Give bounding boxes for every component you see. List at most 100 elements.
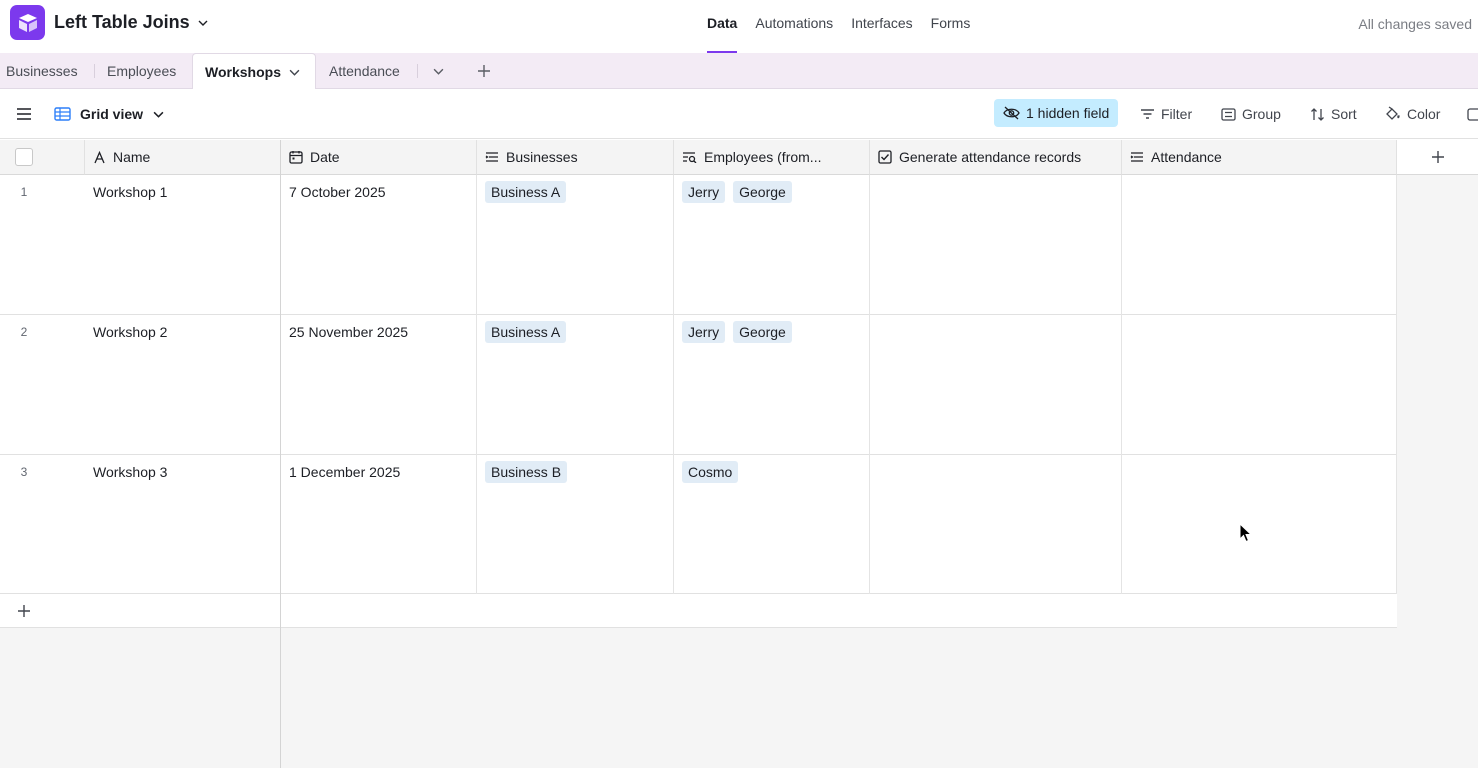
row-number: 3 [20,465,28,479]
top-bar: Left Table Joins Data Automations Interf… [0,0,1478,53]
cell-date[interactable]: 7 October 2025 [281,175,477,315]
select-all-checkbox[interactable] [15,148,33,166]
group-label: Group [1242,106,1281,122]
table-row[interactable]: 3 Workshop 3 1 December 2025 Business B … [0,455,1397,594]
column-label: Generate attendance records [899,149,1082,165]
base-logo-icon[interactable] [10,5,45,40]
tab-workshops-label: Workshops [205,64,281,80]
add-field-button[interactable] [1397,140,1478,175]
row-number: 1 [20,185,28,199]
linked-record-chip[interactable]: Business A [485,321,567,343]
cell-attendance[interactable] [1122,315,1397,455]
color-label: Color [1407,106,1441,122]
tab-workshops[interactable]: Workshops [192,53,316,90]
column-header-businesses[interactable]: Businesses [477,140,674,175]
select-all-header [0,140,85,175]
frozen-column-divider [280,140,281,768]
table-row[interactable]: 1 Workshop 1 7 October 2025 Business A J… [0,175,1397,315]
sort-label: Sort [1331,106,1357,122]
tab-employees[interactable]: Employees [107,53,176,89]
cell-attendance[interactable] [1122,175,1397,315]
nav-forms[interactable]: Forms [931,15,971,53]
eye-off-icon [1003,106,1020,120]
column-header-name[interactable]: Name [85,140,281,175]
cell-businesses[interactable]: Business A [477,315,674,455]
color-button[interactable]: Color [1384,89,1440,139]
nav-data[interactable]: Data [707,15,738,53]
sort-button[interactable]: Sort [1310,89,1357,139]
column-header-date[interactable]: Date [281,140,477,175]
lookup-icon [683,152,697,163]
lookup-chip: Cosmo [682,461,739,483]
table-tab-bar: Businesses Employees Workshops Attendanc… [0,53,1478,90]
cell-generate-attendance[interactable] [870,175,1122,315]
column-header-attendance[interactable]: Attendance [1122,140,1397,175]
column-label: Date [310,149,340,165]
mouse-cursor-icon [1239,523,1253,543]
nav-interfaces[interactable]: Interfaces [851,15,912,53]
cell-businesses[interactable]: Business A [477,175,674,315]
all-tables-chevron-icon[interactable] [433,53,444,89]
sort-icon [1311,107,1324,121]
filter-button[interactable]: Filter [1140,89,1192,139]
view-toolbar: Grid view 1 hidden field Filter Group So… [0,89,1478,139]
filter-icon [1141,109,1154,119]
plus-icon [18,605,30,617]
link-icon [485,152,498,162]
grid-empty-bottom [0,628,1478,768]
column-label: Name [113,149,151,165]
add-table-plus-icon[interactable] [477,53,491,89]
hidden-fields-label: 1 hidden field [1026,105,1110,121]
checkbox-icon [878,150,892,164]
cell-generate-attendance[interactable] [870,315,1122,455]
grid-icon [54,107,71,121]
linked-record-chip[interactable]: Business B [485,461,568,483]
group-icon [1221,107,1236,121]
views-menu-icon[interactable] [16,89,32,139]
column-label: Attendance [1151,149,1222,165]
cell-employees[interactable]: Jerry George [674,315,870,455]
group-button[interactable]: Group [1221,89,1281,139]
cell-employees[interactable]: Cosmo [674,455,870,594]
lookup-chip: George [733,181,792,203]
link-icon [1130,152,1143,162]
nav-automations[interactable]: Automations [755,15,833,53]
top-navigation: Data Automations Interfaces Forms [707,15,988,53]
cell-businesses[interactable]: Business B [477,455,674,594]
base-title-button[interactable]: Left Table Joins [54,12,208,33]
cell-date[interactable]: 25 November 2025 [281,315,477,455]
column-header-employees[interactable]: Employees (from... [674,140,870,175]
add-record-row[interactable] [0,594,1397,628]
cell-generate-attendance[interactable] [870,455,1122,594]
base-title: Left Table Joins [54,12,190,32]
chevron-down-icon[interactable] [289,67,300,78]
table-row[interactable]: 2 Workshop 2 25 November 2025 Business A… [0,315,1397,455]
cell-employees[interactable]: Jerry George [674,175,870,315]
save-status: All changes saved [1358,16,1472,32]
cell-attendance[interactable] [1122,455,1397,594]
lookup-chip: George [733,321,792,343]
cell-name[interactable]: Workshop 2 [85,315,281,455]
lookup-chip: Jerry [682,181,726,203]
text-icon [94,150,105,163]
plus-icon [1431,151,1444,163]
cell-name[interactable]: Workshop 1 [85,175,281,315]
row-height-icon[interactable] [1467,89,1478,139]
column-header-generate-attendance[interactable]: Generate attendance records [870,140,1122,175]
linked-record-chip[interactable]: Business A [485,181,567,203]
tab-businesses[interactable]: Businesses [6,53,78,89]
tab-attendance[interactable]: Attendance [329,53,400,89]
view-switcher-button[interactable]: Grid view [54,89,164,139]
view-name: Grid view [80,106,144,122]
column-label: Businesses [506,149,578,165]
chevron-down-icon [198,20,208,26]
tab-divider [417,64,418,78]
calendar-icon [289,151,303,164]
paint-bucket-icon [1386,106,1400,120]
tab-divider [94,64,95,78]
hidden-fields-button[interactable]: 1 hidden field [994,99,1119,127]
cell-name[interactable]: Workshop 3 [85,455,281,594]
chevron-down-icon [153,111,164,118]
row-number: 2 [20,325,28,339]
cell-date[interactable]: 1 December 2025 [281,455,477,594]
